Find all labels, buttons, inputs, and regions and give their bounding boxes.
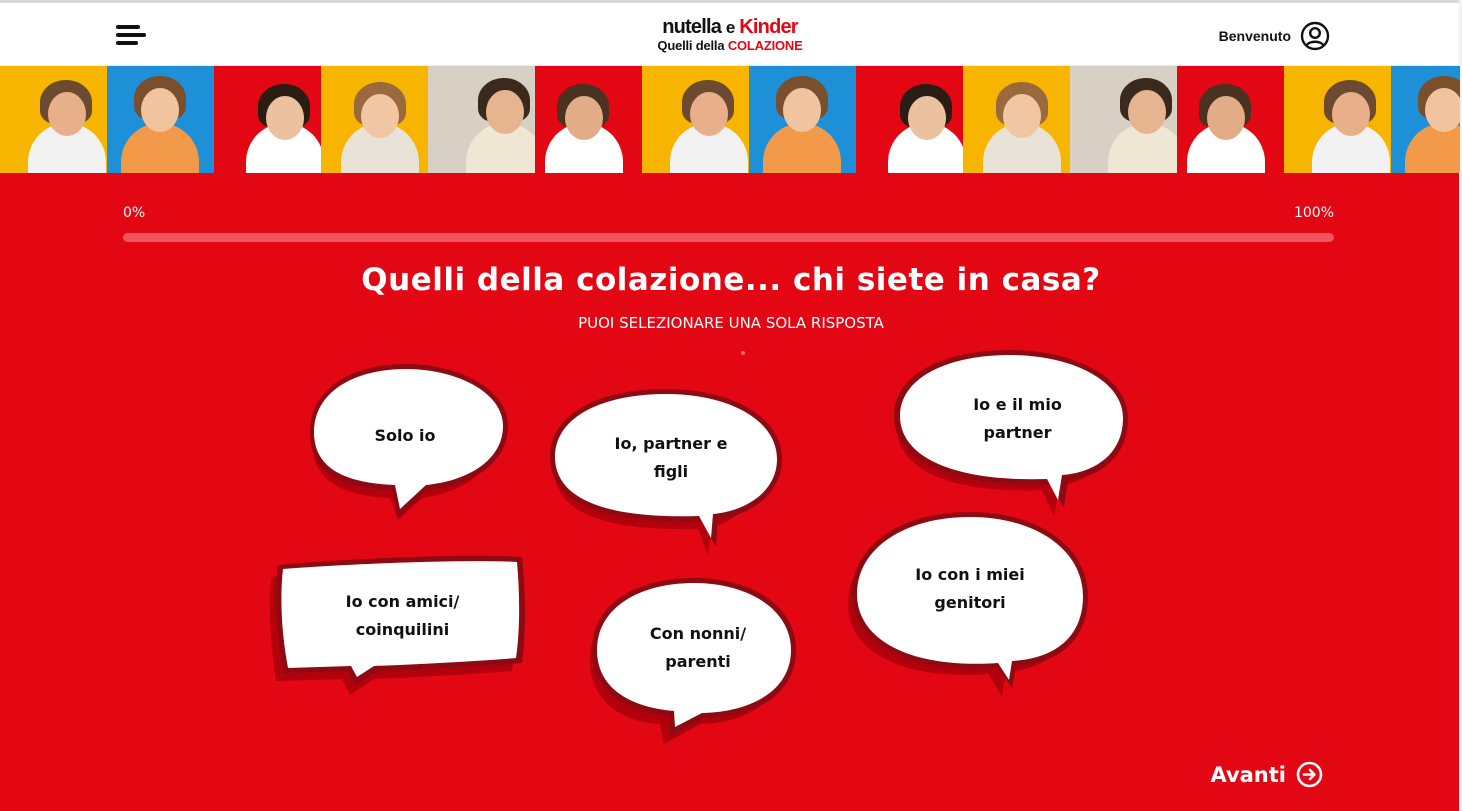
photo-face-shape [361,94,399,138]
banner-photo [1070,66,1177,173]
logo-subtitle-prefix: Quelli della [657,38,725,53]
banner-photo [321,66,428,173]
answer-option-genitori[interactable]: Io con i miei genitori [848,512,1090,696]
banner-photo [535,66,642,173]
hamburger-menu-icon[interactable] [116,23,148,49]
answer-label: Solo io [374,426,436,445]
photo-face-shape [486,90,524,134]
logo-kinder-text: Kinder [739,16,798,38]
banner-photo [642,66,749,173]
progress-end-label: 100% [1293,205,1334,221]
answer-option-io-partner[interactable]: Io e il mio partner [890,350,1130,516]
answer-option-nonni-parenti[interactable]: Con nonni/ parenti [588,576,800,744]
banner-photo [1391,66,1460,173]
photo-face-shape [783,88,821,132]
banner-photo [214,66,321,173]
banner-photo [749,66,856,173]
banner-photo [1284,66,1391,173]
answer-option-solo-io[interactable]: Solo io [300,360,514,522]
answer-label: Io e il mio partner [973,395,1062,442]
banner-photo [963,66,1070,173]
question-subtitle: PUOI SELEZIONARE UNA SOLA RISPOSTA [578,314,884,332]
decorative-dot [741,351,745,355]
question-title: Quelli della colazione... chi siete in c… [361,262,1101,298]
user-circle-icon [1300,21,1330,51]
site-header: nutella e Kinder Quelli della COLAZIONE … [0,3,1459,66]
photo-face-shape [565,96,603,140]
photo-face-shape [48,92,86,136]
arrow-right-circle-icon [1296,761,1323,788]
photo-face-shape [1003,94,1041,138]
banner-photo [0,66,107,173]
photo-face-shape [1332,92,1370,136]
photo-body-shape [1405,123,1460,173]
banner-photo [1177,66,1284,173]
photo-face-shape [266,96,304,140]
photo-face-shape [1425,88,1460,132]
photo-face-shape [908,96,946,140]
answer-label: Io, partner e figli [614,434,728,481]
photo-face-shape [1207,96,1245,140]
photo-banner [0,66,1460,173]
logo-subtitle-highlight: COLAZIONE [727,38,803,53]
photo-face-shape [690,92,728,136]
photo-face-shape [1128,90,1166,134]
brand-logo[interactable]: nutella e Kinder Quelli della COLAZIONE [640,17,820,52]
welcome-label: Benvenuto [1218,28,1291,44]
answer-option-partner-figli[interactable]: Io, partner e figli [546,387,786,555]
answer-option-amici-coinquilini[interactable]: Io con amici/ coinquilini [269,553,526,695]
photo-face-shape [141,88,179,132]
answer-label: Io con amici/ coinquilini [345,592,460,639]
banner-photo [856,66,963,173]
answer-label: Io con i miei genitori [915,565,1025,612]
progress-start-label: 0% [123,205,146,221]
banner-photo [428,66,535,173]
progress-track [123,233,1334,242]
next-button[interactable]: Avanti [1210,761,1323,788]
logo-nutella-text: nutella [662,16,722,38]
account-button[interactable]: Benvenuto [1219,21,1330,51]
answer-label: Con nonni/ parenti [649,624,747,671]
logo-e-text: e [725,18,735,37]
banner-photo [107,66,214,173]
next-button-label: Avanti [1210,762,1286,787]
